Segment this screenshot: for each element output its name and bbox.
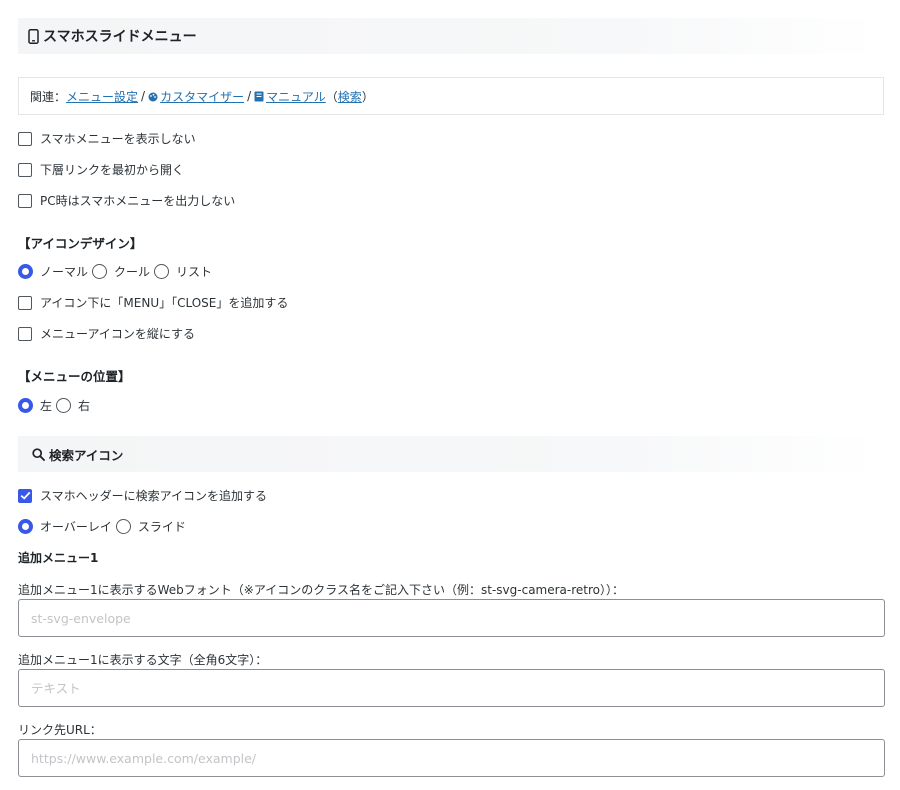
vertical-icon-label: メニューアイコンを縦にする bbox=[40, 327, 196, 341]
related-prefix: 関連： bbox=[30, 89, 67, 104]
smartphone-icon bbox=[28, 28, 39, 44]
related-links-box: 関連： メニュー設定 / カスタマイザー / マニュアル （ 検索 ） bbox=[18, 77, 884, 115]
radio-left-label: 左 bbox=[40, 399, 53, 413]
radio-slide-label: スライド bbox=[137, 520, 186, 534]
open-sublinks-label: 下層リンクを最初から開く bbox=[40, 163, 185, 177]
radio-right-label: 右 bbox=[78, 399, 91, 413]
no-output-pc-checkbox[interactable] bbox=[18, 193, 32, 208]
search-style-radio-group: オーバーレイ スライド bbox=[18, 518, 188, 535]
radio-overlay-label: オーバーレイ bbox=[40, 520, 112, 534]
search-icon bbox=[32, 447, 45, 461]
section-title: スマホスライドメニュー bbox=[43, 29, 197, 45]
customizer-link[interactable]: カスタマイザー bbox=[160, 88, 244, 105]
add-search-icon-checkbox[interactable] bbox=[18, 488, 32, 503]
vertical-icon-checkbox[interactable] bbox=[18, 326, 32, 341]
radio-normal[interactable] bbox=[18, 264, 33, 279]
hide-menu-option[interactable]: スマホメニューを表示しない bbox=[18, 130, 196, 147]
separator: / bbox=[247, 89, 252, 103]
add-menu-close-label: アイコン下に「MENU」「CLOSE」を追加する bbox=[40, 296, 289, 310]
paren-open: （ bbox=[325, 89, 338, 104]
radio-right[interactable] bbox=[56, 398, 72, 413]
search-icon-section-title: 検索アイコン bbox=[49, 447, 124, 463]
add-menu-close-option[interactable]: アイコン下に「MENU」「CLOSE」を追加する bbox=[18, 294, 288, 311]
add-menu-close-checkbox[interactable] bbox=[18, 295, 32, 310]
add-search-icon-label: スマホヘッダーに検索アイコンを追加する bbox=[40, 489, 268, 503]
radio-normal-label: ノーマル bbox=[40, 265, 89, 279]
link-url-input[interactable] bbox=[18, 739, 885, 777]
separator: / bbox=[141, 89, 146, 103]
paren-close: ） bbox=[361, 89, 374, 104]
radio-list-label: リスト bbox=[176, 265, 213, 279]
open-sublinks-checkbox[interactable] bbox=[18, 162, 32, 177]
no-output-pc-option[interactable]: PC時はスマホメニューを出力しない bbox=[18, 192, 235, 209]
menu-text-label: 追加メニュー1に表示する文字（全角6文字）： bbox=[18, 653, 268, 667]
menu-text-input[interactable] bbox=[18, 669, 885, 707]
radio-slide[interactable] bbox=[115, 519, 131, 534]
vertical-icon-option[interactable]: メニューアイコンを縦にする bbox=[18, 325, 195, 342]
hide-menu-label: スマホメニューを表示しない bbox=[40, 132, 196, 146]
checkmark-icon bbox=[20, 491, 30, 500]
open-sublinks-option[interactable]: 下層リンクを最初から開く bbox=[18, 161, 184, 178]
menu-position-radio-group: 左 右 bbox=[18, 397, 92, 414]
icon-design-title: 【アイコンデザイン】 bbox=[18, 236, 143, 251]
radio-cool[interactable] bbox=[92, 264, 108, 279]
radio-overlay[interactable] bbox=[18, 519, 33, 534]
section-header: スマホスライドメニュー bbox=[18, 18, 884, 54]
search-icon-section-header: 検索アイコン bbox=[18, 436, 884, 472]
radio-left[interactable] bbox=[18, 398, 33, 413]
palette-icon bbox=[148, 91, 158, 102]
no-output-pc-label: PC時はスマホメニューを出力しない bbox=[40, 194, 236, 208]
add-search-icon-option[interactable]: スマホヘッダーに検索アイコンを追加する bbox=[18, 487, 267, 504]
webfont-input[interactable] bbox=[18, 599, 885, 637]
additional-menu-title: 追加メニュー1 bbox=[18, 551, 99, 565]
radio-cool-label: クール bbox=[114, 265, 151, 279]
icon-design-radio-group: ノーマル クール リスト bbox=[18, 263, 214, 280]
hide-menu-checkbox[interactable] bbox=[18, 131, 32, 146]
search-link[interactable]: 検索 bbox=[338, 88, 362, 105]
manual-link[interactable]: マニュアル bbox=[266, 88, 326, 105]
radio-list[interactable] bbox=[154, 264, 170, 279]
link-url-label: リンク先URL： bbox=[18, 723, 102, 737]
webfont-label: 追加メニュー1に表示するWebフォント（※アイコンのクラス名をご記入下さい（例：… bbox=[18, 583, 625, 597]
menu-position-title: 【メニューの位置】 bbox=[18, 369, 131, 384]
book-icon bbox=[254, 91, 264, 102]
menu-settings-link[interactable]: メニュー設定 bbox=[66, 88, 138, 105]
